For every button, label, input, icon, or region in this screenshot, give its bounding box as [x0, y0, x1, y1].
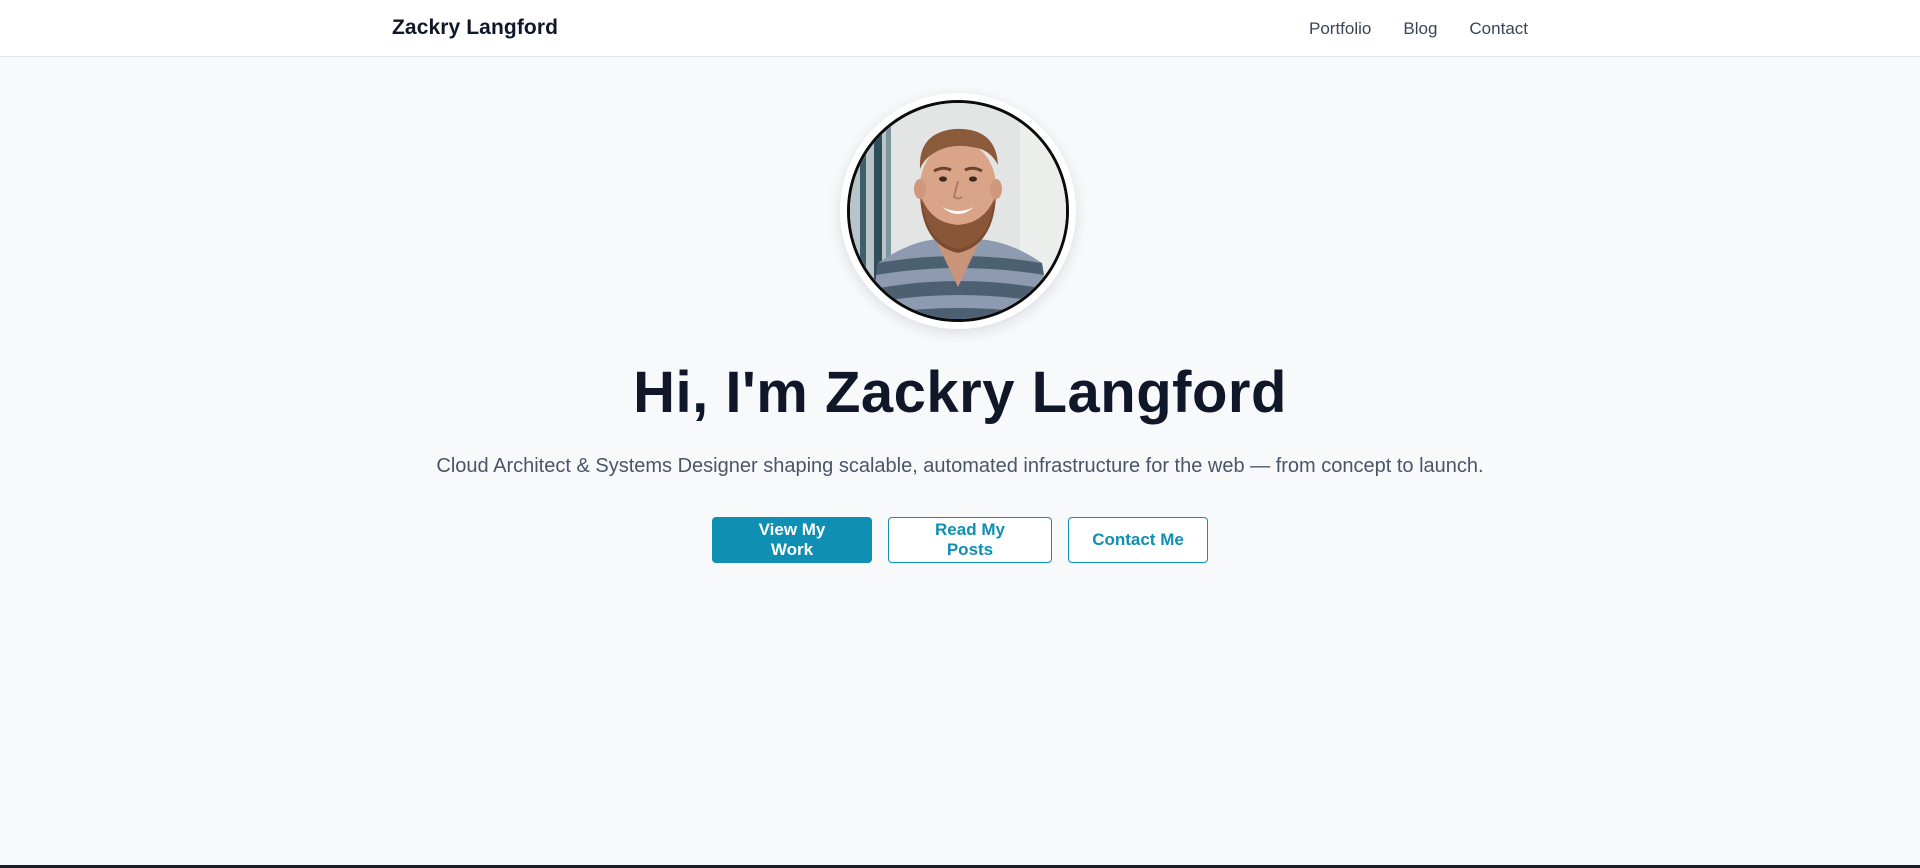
- profile-photo-image: [850, 103, 1066, 319]
- nav-link-contact[interactable]: Contact: [1469, 19, 1528, 39]
- nav-link-blog[interactable]: Blog: [1403, 19, 1437, 39]
- hero-section: Hi, I'm Zackry Langford Cloud Architect …: [0, 57, 1920, 865]
- view-my-work-button[interactable]: View My Work: [712, 517, 872, 563]
- read-my-posts-button[interactable]: Read My Posts: [888, 517, 1052, 563]
- avatar-frame: [840, 93, 1076, 329]
- nav-link-portfolio[interactable]: Portfolio: [1309, 19, 1371, 39]
- hero-cta-buttons: View My Work Read My Posts Contact Me: [0, 517, 1920, 563]
- avatar: [847, 100, 1069, 322]
- nav-links: Portfolio Blog Contact: [1309, 19, 1528, 39]
- contact-me-button[interactable]: Contact Me: [1068, 517, 1208, 563]
- brand-logo-link[interactable]: Zackry Langford: [392, 16, 558, 40]
- hero-tagline: Cloud Architect & Systems Designer shapi…: [436, 455, 1484, 477]
- top-navbar: Zackry Langford Portfolio Blog Contact: [0, 0, 1920, 57]
- hero-headline: Hi, I'm Zackry Langford: [633, 360, 1287, 425]
